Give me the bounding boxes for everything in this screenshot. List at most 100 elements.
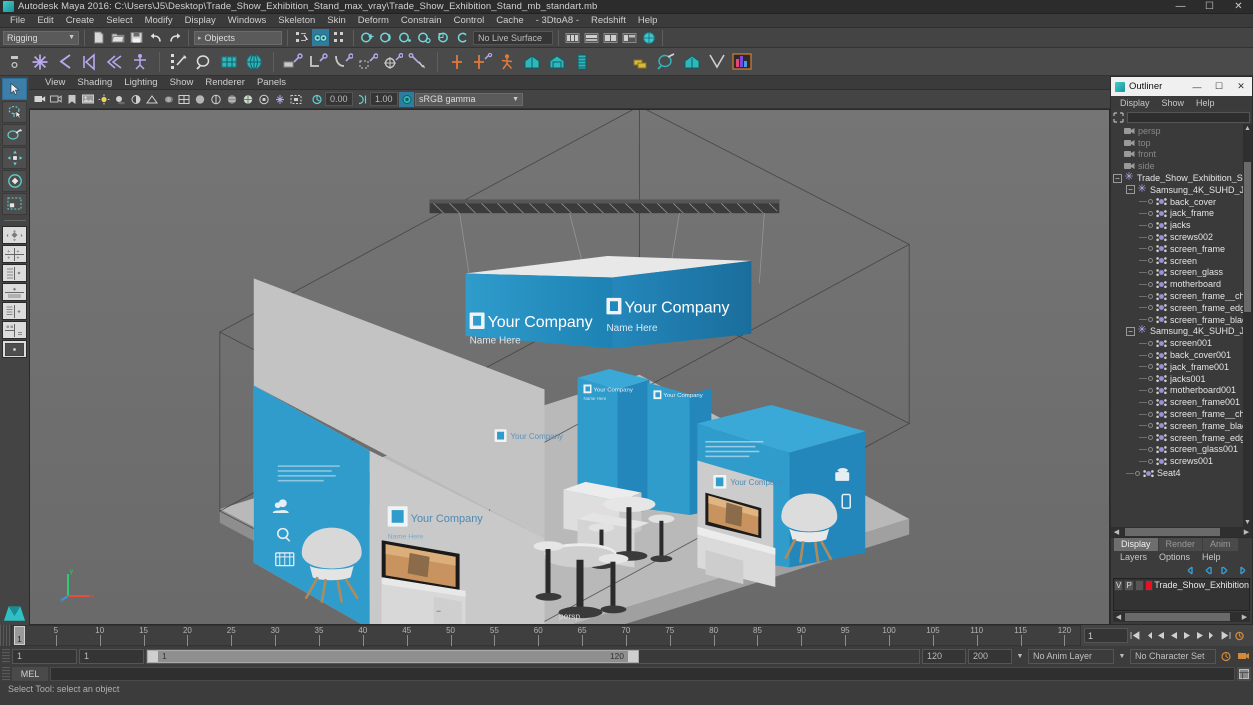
tree-node-dot[interactable] — [1148, 258, 1153, 263]
camera-attributes-icon[interactable] — [48, 92, 63, 107]
vpmenu-panels[interactable]: Panels — [251, 76, 292, 90]
expand-collapse-toggle[interactable]: − — [1126, 185, 1135, 194]
vpmenu-view[interactable]: View — [39, 76, 71, 90]
tab-anim[interactable]: Anim — [1203, 538, 1238, 551]
selection-mask-field[interactable]: ▸ Objects — [194, 31, 282, 45]
wrap-deformer-button[interactable] — [307, 51, 329, 73]
rotate-tool-button[interactable] — [2, 170, 27, 192]
redo-button[interactable] — [166, 29, 183, 46]
character-set-selector[interactable]: No Character Set — [1130, 649, 1216, 664]
outliner-row[interactable]: persp — [1111, 125, 1252, 137]
motion-blur-icon[interactable] — [160, 92, 175, 107]
insert-joint-button[interactable] — [104, 51, 126, 73]
layout-four-view-button[interactable]: ++++ — [2, 245, 27, 263]
mirror-skin-weights-button[interactable] — [193, 51, 215, 73]
render-sequence-button[interactable] — [571, 51, 593, 73]
two-sided-lighting-icon[interactable] — [96, 92, 111, 107]
perspective-viewport[interactable]: Your Company Name Here Your Company Name… — [29, 109, 1110, 625]
range-track[interactable]: 1 120 — [146, 649, 920, 664]
scroll-left-arrow-icon[interactable]: ◀ — [1112, 527, 1121, 537]
point-constraint-button[interactable] — [471, 51, 493, 73]
snap-to-projected-center-button[interactable] — [416, 29, 433, 46]
menu-display[interactable]: Display — [179, 14, 222, 28]
scroll-down-arrow-icon[interactable]: ▼ — [1243, 518, 1252, 527]
outliner-row[interactable]: screen_frame_edgi — [1111, 432, 1252, 444]
vpmenu-shading[interactable]: Shading — [71, 76, 118, 90]
shelf-tab-menu-icon[interactable] — [4, 51, 26, 73]
outliner-row[interactable]: screen_frame_blacl — [1111, 314, 1252, 326]
go-to-start-button[interactable] — [1129, 628, 1141, 643]
layer-menu-help[interactable]: Help — [1196, 551, 1227, 564]
bookmark-icon[interactable] — [64, 92, 79, 107]
tree-node-dot[interactable] — [1148, 270, 1153, 275]
menu-create[interactable]: Create — [60, 14, 101, 28]
outliner-row[interactable]: screen_frame_edgi — [1111, 302, 1252, 314]
outliner-row[interactable]: screen_frame_blacl — [1111, 420, 1252, 432]
exposure-field[interactable]: 0.00 — [325, 92, 353, 106]
new-scene-button[interactable] — [90, 29, 107, 46]
outliner-row[interactable]: Seat4 — [1111, 467, 1252, 479]
menu-deform[interactable]: Deform — [352, 14, 395, 28]
outliner-vertical-scrollbar[interactable]: ▲ ▼ — [1243, 124, 1252, 527]
redshift-render-button[interactable] — [681, 51, 703, 73]
move-layer-up-icon[interactable] — [1203, 566, 1214, 575]
step-back-frame-button[interactable] — [1155, 628, 1167, 643]
tree-node-dot[interactable] — [1148, 341, 1153, 346]
snap-to-point-button[interactable] — [397, 29, 414, 46]
menu-file[interactable]: File — [4, 14, 31, 28]
outliner-row[interactable]: jack_frame001 — [1111, 361, 1252, 373]
ambient-occlusion-icon[interactable] — [128, 92, 143, 107]
outliner-row[interactable]: screen_frame__chr — [1111, 408, 1252, 420]
play-backwards-button[interactable] — [1168, 628, 1180, 643]
layer-menu-layers[interactable]: Layers — [1114, 551, 1153, 564]
create-ik-spline-button[interactable] — [79, 51, 101, 73]
orient-constraint-button[interactable] — [446, 51, 468, 73]
range-slider-grip[interactable] — [2, 649, 10, 664]
gamma-icon[interactable] — [354, 92, 369, 107]
layer-playback-toggle[interactable]: P — [1124, 580, 1133, 591]
move-layer-up-fast-icon[interactable] — [1187, 566, 1198, 575]
render-view-button[interactable] — [521, 51, 543, 73]
outliner-row[interactable]: screen_frame__chr — [1111, 290, 1252, 302]
layout-two-pane-side-button[interactable] — [2, 264, 27, 282]
tree-node-dot[interactable] — [1148, 305, 1153, 310]
expand-collapse-toggle[interactable]: − — [1126, 327, 1135, 336]
show-tool-settings-button[interactable] — [583, 29, 600, 46]
color-management-icon[interactable] — [399, 92, 414, 107]
show-modelling-toolkit-button[interactable] — [621, 29, 638, 46]
menu-skin[interactable]: Skin — [321, 14, 351, 28]
search-filter-icon[interactable] — [1113, 112, 1124, 123]
move-tool-button[interactable] — [2, 147, 27, 169]
outliner-row[interactable]: screen_frame001 — [1111, 396, 1252, 408]
menu-3dtoa8[interactable]: - 3DtoA8 - — [530, 14, 585, 28]
smooth-shading-icon[interactable] — [192, 92, 207, 107]
command-line-grip[interactable] — [2, 667, 10, 681]
time-slider-track[interactable]: 5101520253035404550556065707580859095100… — [11, 625, 1081, 646]
open-scene-button[interactable] — [109, 29, 126, 46]
step-forward-frame-button[interactable] — [1194, 628, 1206, 643]
tree-node-dot[interactable] — [1148, 294, 1153, 299]
wireframe-shading-icon[interactable] — [176, 92, 191, 107]
command-input[interactable] — [50, 667, 1235, 681]
exposure-icon[interactable] — [309, 92, 324, 107]
tree-node-dot[interactable] — [1148, 317, 1153, 322]
outliner-row[interactable]: screen001 — [1111, 337, 1252, 349]
tree-node-dot[interactable] — [1148, 223, 1153, 228]
layer-type-toggle[interactable] — [1135, 580, 1144, 591]
animation-preferences-button[interactable] — [1233, 628, 1245, 643]
layout-custom-button[interactable] — [2, 340, 27, 358]
current-frame-field[interactable]: 1 — [1084, 628, 1128, 643]
tree-node-dot[interactable] — [1148, 423, 1153, 428]
xray-icon[interactable] — [256, 92, 271, 107]
tree-node-dot[interactable] — [1148, 246, 1153, 251]
maximize-button[interactable]: ☐ — [1195, 0, 1224, 13]
outliner-row[interactable]: screen_frame — [1111, 243, 1252, 255]
live-surface-field[interactable]: No Live Surface — [473, 31, 553, 45]
layer-color-swatch[interactable] — [1145, 580, 1153, 591]
scroll-right-arrow-icon[interactable]: ▶ — [1242, 527, 1251, 537]
gamma-field[interactable]: 1.00 — [370, 92, 398, 106]
snap-to-curve-button[interactable] — [378, 29, 395, 46]
menu-modify[interactable]: Modify — [139, 14, 179, 28]
outliner-row[interactable]: motherboard001 — [1111, 385, 1252, 397]
textured-shading-icon[interactable] — [224, 92, 239, 107]
